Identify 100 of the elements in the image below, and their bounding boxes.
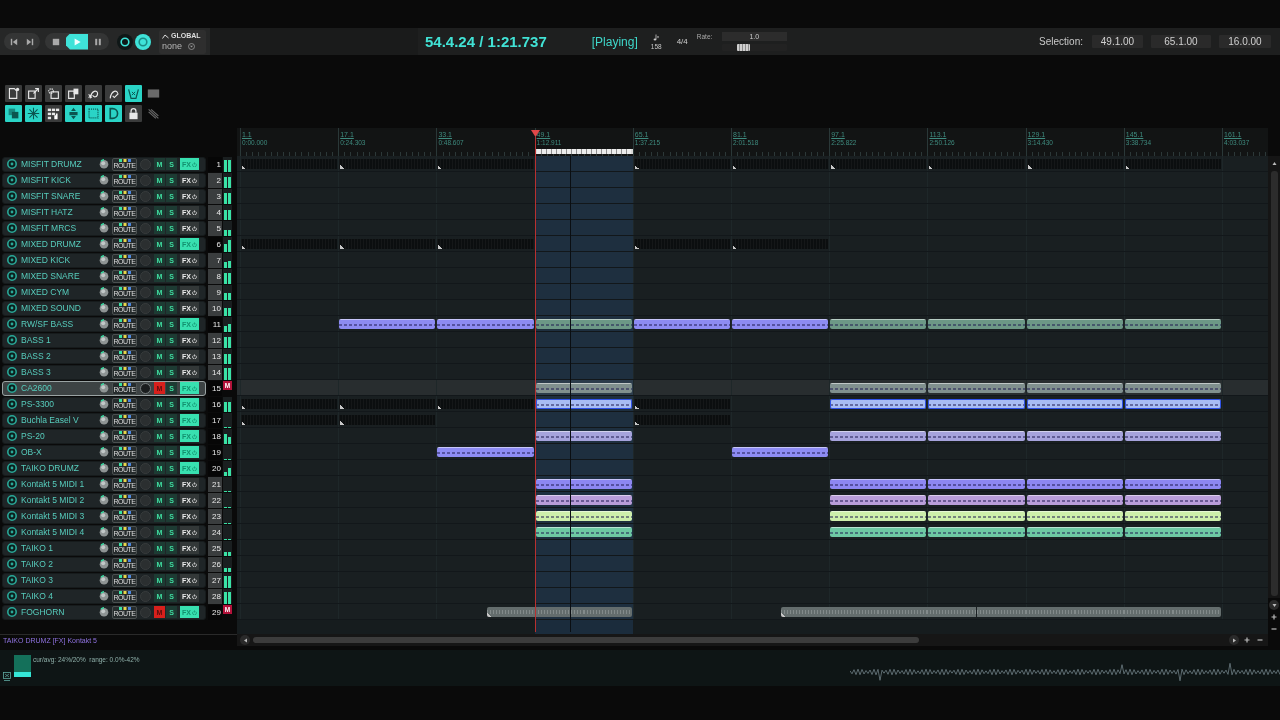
toolbar-button[interactable] — [85, 85, 102, 102]
midi-clip[interactable] — [1124, 479, 1221, 489]
midi-clip[interactable] — [830, 399, 927, 409]
toolbar-button[interactable] — [25, 105, 42, 122]
record-arm-button[interactable] — [7, 479, 17, 489]
volume-knob[interactable] — [99, 559, 109, 569]
record-arm-button[interactable] — [7, 191, 17, 201]
scroll-down-button[interactable] — [1269, 600, 1279, 610]
zoom-in-button[interactable] — [1269, 612, 1279, 622]
midi-clip[interactable] — [1124, 319, 1221, 329]
midi-clip[interactable] — [1124, 431, 1221, 441]
scroll-right-button[interactable] — [1229, 635, 1239, 645]
toolbar-button[interactable] — [65, 105, 82, 122]
record-arm-button[interactable] — [7, 271, 17, 281]
empty-clip[interactable] — [633, 239, 730, 249]
selection-length-field[interactable]: 16.0.00 — [1219, 35, 1271, 48]
toolbar-button[interactable] — [125, 105, 142, 122]
record-arm-button[interactable] — [7, 495, 17, 505]
midi-clip[interactable] — [535, 319, 632, 329]
midi-clip[interactable] — [830, 431, 927, 441]
volume-knob[interactable] — [99, 479, 109, 489]
volume-knob[interactable] — [99, 159, 109, 169]
volume-knob[interactable] — [99, 255, 109, 265]
toolbar-button[interactable] — [25, 85, 42, 102]
midi-clip[interactable] — [1026, 383, 1123, 393]
record-arm-button[interactable] — [7, 303, 17, 313]
automation-mode-dropdown[interactable]: none — [162, 41, 203, 51]
volume-knob[interactable] — [99, 319, 109, 329]
record-arm-button[interactable] — [7, 319, 17, 329]
audio-clip[interactable] — [583, 607, 632, 617]
record-arm-button[interactable] — [7, 607, 17, 617]
scrollbar-thumb[interactable] — [253, 637, 919, 643]
midi-clip[interactable] — [339, 319, 436, 329]
midi-clip[interactable] — [535, 495, 632, 505]
volume-knob[interactable] — [99, 191, 109, 201]
midi-clip[interactable] — [928, 511, 1025, 521]
zoom-in-button[interactable] — [1242, 635, 1252, 645]
volume-knob[interactable] — [99, 175, 109, 185]
record-arm-button[interactable] — [7, 287, 17, 297]
record-arm-button[interactable] — [7, 559, 17, 569]
midi-clip[interactable] — [1124, 399, 1221, 409]
midi-clip[interactable] — [830, 495, 927, 505]
midi-clip[interactable] — [535, 511, 632, 521]
midi-clip[interactable] — [1026, 479, 1123, 489]
midi-clip[interactable] — [830, 479, 927, 489]
midi-clip[interactable] — [1124, 383, 1221, 393]
volume-knob[interactable] — [99, 591, 109, 601]
volume-knob[interactable] — [99, 351, 109, 361]
record-button[interactable] — [117, 33, 133, 50]
record-arm-button[interactable] — [7, 383, 17, 393]
record-arm-button[interactable] — [7, 463, 17, 473]
volume-knob[interactable] — [99, 511, 109, 521]
volume-knob[interactable] — [99, 543, 109, 553]
midi-clip[interactable] — [928, 383, 1025, 393]
rate-slider[interactable] — [721, 44, 787, 51]
midi-clip[interactable] — [830, 383, 927, 393]
toolbar-button[interactable] — [125, 85, 142, 102]
time-selection-bar[interactable] — [534, 149, 633, 154]
midi-clip[interactable] — [928, 495, 1025, 505]
midi-clip[interactable] — [732, 447, 829, 457]
midi-clip[interactable] — [928, 399, 1025, 409]
empty-clip[interactable] — [732, 239, 829, 249]
record-arm-button[interactable] — [7, 351, 17, 361]
midi-clip[interactable] — [1124, 495, 1221, 505]
midi-clip[interactable] — [830, 511, 927, 521]
midi-clip[interactable] — [437, 319, 534, 329]
record-arm-button[interactable] — [7, 335, 17, 345]
selection-end-field[interactable]: 65.1.00 — [1151, 35, 1211, 48]
empty-clip[interactable] — [633, 415, 730, 425]
volume-knob[interactable] — [99, 287, 109, 297]
midi-clip[interactable] — [535, 527, 632, 537]
midi-clip[interactable] — [830, 319, 927, 329]
volume-knob[interactable] — [99, 367, 109, 377]
midi-clip[interactable] — [1026, 431, 1123, 441]
toolbar-button[interactable] — [45, 85, 62, 102]
selection-start-field[interactable]: 49.1.00 — [1092, 35, 1143, 48]
midi-clip[interactable] — [535, 383, 632, 393]
toolbar-button[interactable] — [65, 85, 82, 102]
record-arm-button[interactable] — [7, 415, 17, 425]
midi-clip[interactable] — [535, 399, 632, 409]
audio-clip[interactable] — [976, 607, 1026, 617]
record-arm-button[interactable] — [7, 255, 17, 265]
toolbar-button[interactable] — [105, 85, 122, 102]
audio-clip[interactable] — [534, 607, 584, 617]
midi-clip[interactable] — [1026, 399, 1123, 409]
record-arm-button[interactable] — [7, 223, 17, 233]
audio-clip[interactable] — [486, 607, 535, 617]
record-arm-button[interactable] — [7, 527, 17, 537]
pan-knob[interactable] — [140, 382, 151, 394]
volume-knob[interactable] — [99, 399, 109, 409]
toolbar-button[interactable] — [45, 105, 62, 122]
repeat-button[interactable] — [135, 33, 151, 50]
record-arm-button[interactable] — [7, 591, 17, 601]
midi-clip[interactable] — [928, 527, 1025, 537]
volume-knob[interactable] — [99, 495, 109, 505]
toolbar-button[interactable] — [105, 105, 122, 122]
midi-clip[interactable] — [830, 527, 927, 537]
toolbar-button[interactable] — [5, 85, 22, 102]
midi-clip[interactable] — [437, 447, 534, 457]
volume-knob[interactable] — [99, 431, 109, 441]
